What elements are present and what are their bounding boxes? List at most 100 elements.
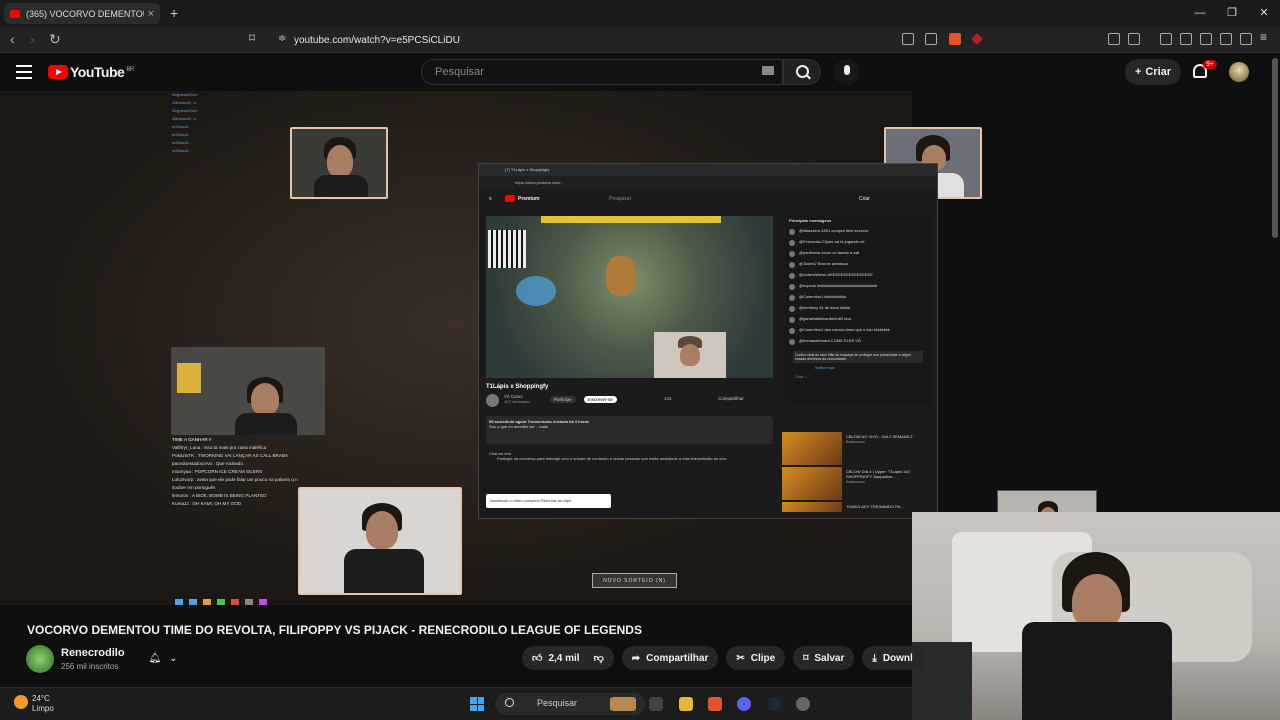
media-icon[interactable]	[1160, 33, 1172, 45]
youtube-logo-icon[interactable]	[48, 65, 68, 79]
share-icon[interactable]	[925, 33, 937, 45]
bookmark-icon[interactable]: ⌑	[249, 31, 255, 45]
tab-close-icon[interactable]: ×	[148, 8, 154, 20]
plus-icon: +	[1134, 66, 1142, 78]
chevron-down-icon: ⌄	[169, 652, 178, 664]
champion	[606, 256, 636, 296]
inner-channel-avatar	[486, 394, 499, 407]
inner-game-video	[486, 216, 773, 378]
inner-logo-icon	[505, 195, 515, 202]
webcam-overlay	[290, 127, 388, 199]
stream-inner-browser: (7) T1Lápis x Shoppingfy https://www.you…	[478, 163, 938, 519]
browser-tab-bar: (365) VOCORVO DEMENTOU TIME × + — ❐ ✕	[0, 0, 1280, 27]
inner-description: 59 assistindo agora Transmissão iniciada…	[486, 416, 773, 444]
giveaway-banner: NOVO SORTEIO (N)	[592, 573, 677, 588]
notification-badge: 9+	[1203, 60, 1217, 69]
download-button[interactable]: ⤓ Downl	[862, 646, 923, 670]
extension-icon[interactable]	[1128, 33, 1140, 45]
share-button[interactable]: ➦ Compartilhar	[621, 646, 719, 670]
sun-icon	[14, 695, 28, 709]
inner-webcam	[654, 332, 726, 378]
windows-start-icon[interactable]	[470, 697, 484, 711]
site-info-icon[interactable]: ≑	[278, 33, 286, 44]
close-window-button[interactable]: ✕	[1248, 0, 1280, 27]
stream-chat-top: Nogueira29ox : villeritas94 : k Nogueira…	[172, 92, 200, 153]
steam-icon[interactable]	[767, 697, 781, 711]
inner-clip-pill: Assistindo o vídeo completo Retornar ao …	[486, 494, 611, 508]
tab-icon[interactable]	[1200, 33, 1212, 45]
channel-name[interactable]: Renecrodilo	[61, 647, 125, 659]
spell-effect	[516, 276, 556, 306]
inner-recommendations: CBLOW AO VIVO - DIA 2 SEMANA 2 Baiakuzao …	[782, 432, 932, 514]
inner-tab: (7) T1Lápis x Shoppingfy	[479, 164, 937, 176]
sidebar-icon[interactable]	[1180, 33, 1192, 45]
download-icon: ⤓	[872, 652, 877, 664]
reload-icon[interactable]: ↻	[49, 31, 61, 48]
thumbs-up-icon: 👍︎	[532, 653, 543, 664]
like-button[interactable]: 👍︎ 2,4 mil 👎︎	[522, 646, 614, 670]
forward-arrow-icon[interactable]: ›	[30, 31, 35, 47]
channel-subscribers: 256 mil inscritos	[61, 662, 119, 671]
inner-youtube-header: ≡ Premium Pesquisar Criar	[489, 195, 870, 202]
channel-avatar[interactable]	[26, 645, 54, 673]
bookmark-icon: ⌑	[803, 652, 809, 664]
back-arrow-icon[interactable]: ‹	[10, 31, 15, 47]
inner-menu-icon: ≡	[489, 196, 492, 202]
action-bar: 👍︎ 2,4 mil 👎︎ ➦ Compartilhar ✂ Clipe ⌑ Salvar…	[522, 646, 923, 670]
minimize-button[interactable]: —	[1184, 0, 1216, 27]
stream-chat-bottom: TIME A GANHAR !! Valthryr_Luna : isso tá…	[172, 437, 298, 506]
scissors-icon: ✂	[736, 652, 745, 664]
weather-widget[interactable]: 24°C Limpo	[14, 694, 54, 714]
app-icon[interactable]	[796, 697, 810, 711]
youtube-header: YouTube BR Pesquisar + Criar 9+	[0, 53, 1280, 91]
vpn-icon[interactable]	[1240, 33, 1252, 45]
avatar[interactable]	[1229, 62, 1249, 82]
clip-button[interactable]: ✂ Clipe	[726, 646, 786, 670]
page-scrollbar[interactable]	[1272, 58, 1278, 238]
microphone-icon[interactable]	[834, 59, 860, 85]
url-field[interactable]: ≑ youtube.com/watch?v=e5PCSiCLiDU	[268, 30, 988, 50]
maximize-button[interactable]: ❐	[1216, 0, 1248, 27]
file-explorer-icon[interactable]	[679, 697, 693, 711]
bell-icon: 🔔︎	[148, 652, 162, 664]
url-text: youtube.com/watch?v=e5PCSiCLiDU	[294, 34, 460, 46]
keyboard-icon[interactable]	[762, 66, 774, 75]
subscription-bell-button[interactable]: 🔔︎ ⌄	[140, 647, 186, 669]
create-button[interactable]: + Criar	[1125, 59, 1181, 85]
inner-video-meta: Vô Corvo 44,3 mil inscritos Participe In…	[486, 394, 776, 408]
leo-icon[interactable]	[1220, 33, 1232, 45]
webcam-overlay	[298, 487, 462, 595]
share-icon: ➦	[631, 652, 641, 664]
overlay-banner	[541, 216, 721, 223]
inner-url: https://www.youtube.com/...	[479, 176, 937, 189]
menu-icon[interactable]: ≡	[1260, 31, 1272, 45]
search-button[interactable]	[783, 59, 821, 85]
inner-video-title: T1Lápis x Shoppingfy	[486, 384, 549, 390]
qr-code	[488, 230, 526, 268]
brave-shield-icon[interactable]	[949, 33, 961, 45]
task-view-icon[interactable]	[649, 697, 663, 711]
youtube-favicon-icon	[10, 9, 20, 18]
window-controls: — ❐ ✕	[1184, 0, 1280, 27]
save-button[interactable]: ⌑ Salvar	[793, 646, 855, 670]
video-player[interactable]: Nogueira29ox : villeritas94 : k Nogueira…	[0, 91, 1097, 607]
windows-taskbar: 24°C Limpo Pesquisar	[0, 687, 912, 720]
video-metadata: VOCORVO DEMENTOU TIME DO REVOLTA, FILIPO…	[0, 605, 923, 687]
extension-icon[interactable]	[1108, 33, 1120, 45]
search-highlight-icon	[610, 697, 636, 711]
inner-chat-panel: Principais mensagens @sfsazzero.4301 com…	[785, 216, 931, 406]
hamburger-menu-icon[interactable]	[16, 65, 32, 83]
cast-icon[interactable]	[902, 33, 914, 45]
inner-live-chat-box: Chat ao vivo Participe da conversa para …	[489, 451, 728, 461]
video-title: VOCORVO DEMENTOU TIME DO REVOLTA, FILIPO…	[27, 623, 642, 637]
discord-icon[interactable]	[737, 697, 751, 711]
brave-browser-icon[interactable]	[708, 697, 722, 711]
dislike-button[interactable]: 👎︎	[594, 652, 604, 664]
search-input[interactable]: Pesquisar	[421, 59, 783, 85]
new-tab-button[interactable]: +	[170, 5, 178, 21]
webcam-overlay	[171, 347, 325, 435]
youtube-logo-text[interactable]: YouTube BR	[70, 64, 134, 80]
streamer-webcam	[912, 512, 1280, 720]
figure-icon	[177, 363, 201, 393]
browser-tab[interactable]: (365) VOCORVO DEMENTOU TIME ×	[4, 3, 160, 24]
